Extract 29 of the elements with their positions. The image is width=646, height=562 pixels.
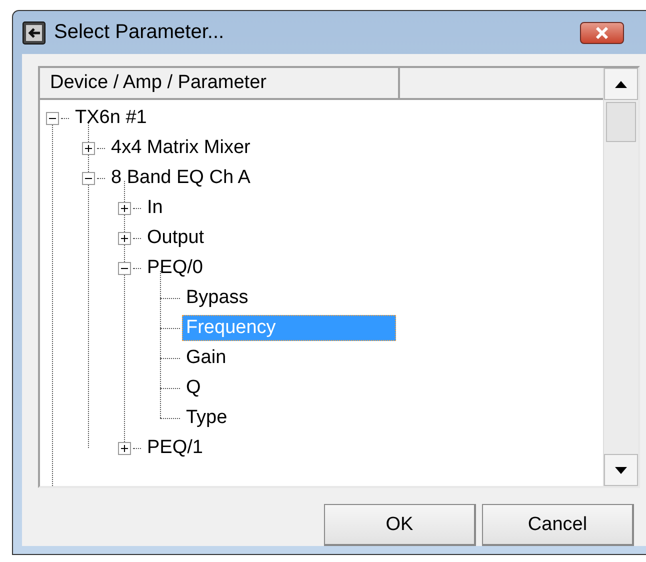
scroll-thumb[interactable] (606, 102, 636, 142)
collapse-icon[interactable] (118, 262, 131, 274)
close-button[interactable] (580, 22, 624, 44)
tree-item[interactable]: Bypass (182, 285, 252, 311)
expand-icon[interactable] (118, 232, 131, 244)
scrollbar[interactable] (603, 68, 638, 486)
tree-item[interactable]: In (143, 195, 167, 221)
tree-item[interactable]: PEQ/1 (143, 435, 207, 461)
expand-icon[interactable] (82, 142, 95, 154)
scroll-up-icon[interactable] (604, 68, 638, 100)
tree-item[interactable]: Q (182, 375, 205, 401)
close-icon (594, 26, 610, 38)
column-header[interactable]: Device / Amp / Parameter (40, 68, 400, 100)
collapse-icon[interactable] (46, 112, 59, 124)
tree-item[interactable]: Type (182, 405, 232, 431)
dialog-button[interactable]: Cancel (482, 504, 634, 546)
scroll-down-icon[interactable] (604, 454, 638, 486)
window-title: Select Parameter... (54, 21, 226, 44)
app-icon (22, 20, 46, 44)
expand-icon[interactable] (118, 202, 131, 214)
tree-item[interactable]: TX6n #1 (71, 105, 151, 131)
tree-item[interactable]: Output (143, 225, 208, 251)
tree-item[interactable]: Gain (182, 345, 230, 371)
tree-item[interactable]: 4x4 Matrix Mixer (107, 135, 254, 161)
tree-item[interactable]: PEQ/0 (143, 255, 207, 281)
dialog-button[interactable]: OK (324, 504, 476, 546)
expand-icon[interactable] (118, 442, 131, 454)
tree-item[interactable]: 8 Band EQ Ch A (107, 165, 254, 191)
collapse-icon[interactable] (82, 172, 95, 184)
